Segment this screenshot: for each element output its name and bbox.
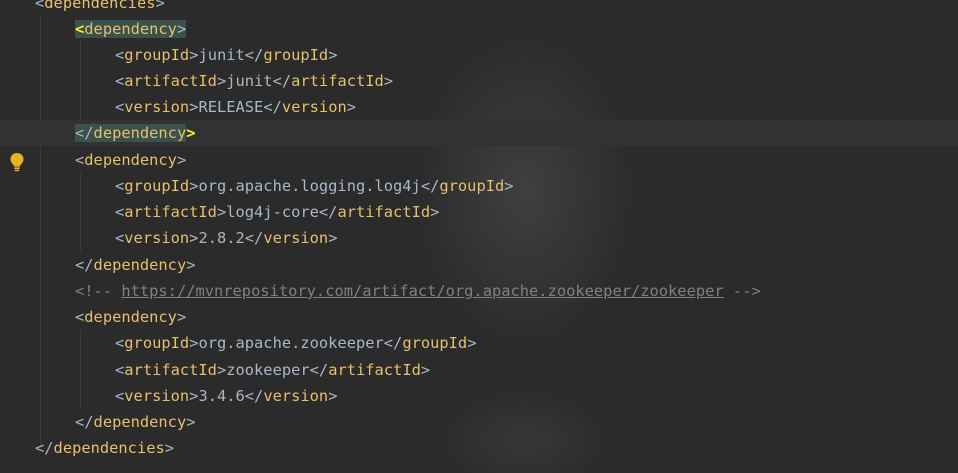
code-line[interactable]: <version>RELEASE</version> <box>0 94 958 120</box>
code-line[interactable]: </dependency> <box>0 409 958 435</box>
code-line-comment[interactable]: <!-- https://mvnrepository.com/artifact/… <box>0 278 958 304</box>
code-line[interactable]: <version>3.4.6</version> <box>0 383 958 409</box>
matched-bracket: > <box>186 124 196 142</box>
repository-link[interactable]: https://mvnrepository.com/artifact/org.a… <box>121 282 723 300</box>
matched-tag: dependency <box>84 20 177 38</box>
code-line[interactable]: </dependency> <box>0 252 958 278</box>
code-line[interactable]: </dependencies> <box>0 435 958 461</box>
code-line[interactable]: <version>2.8.2</version> <box>0 225 958 251</box>
code-line[interactable]: <dependencies> <box>0 0 958 16</box>
matched-tag: dependency <box>93 124 187 142</box>
code-line[interactable]: <artifactId>junit</artifactId> <box>0 68 958 94</box>
code-editor[interactable]: <dependencies> <dependency> <groupId>jun… <box>0 0 958 473</box>
lightbulb-icon[interactable] <box>9 152 25 172</box>
code-line[interactable]: <dependency> <box>0 147 958 173</box>
code-line[interactable]: <groupId>org.apache.logging.log4j</group… <box>0 173 958 199</box>
matched-bracket: < <box>75 20 85 38</box>
code-line[interactable]: <artifactId>zookeeper</artifactId> <box>0 357 958 383</box>
code-line[interactable]: <groupId>junit</groupId> <box>0 42 958 68</box>
code-line[interactable]: <dependency> <box>0 304 958 330</box>
code-line-current[interactable]: </dependency> <box>0 120 958 146</box>
matched-bracket: > <box>176 20 187 38</box>
code-line[interactable]: <groupId>org.apache.zookeeper</groupId> <box>0 330 958 356</box>
code-line[interactable]: <artifactId>log4j-core</artifactId> <box>0 199 958 225</box>
code-line[interactable]: <dependency> <box>0 16 958 42</box>
